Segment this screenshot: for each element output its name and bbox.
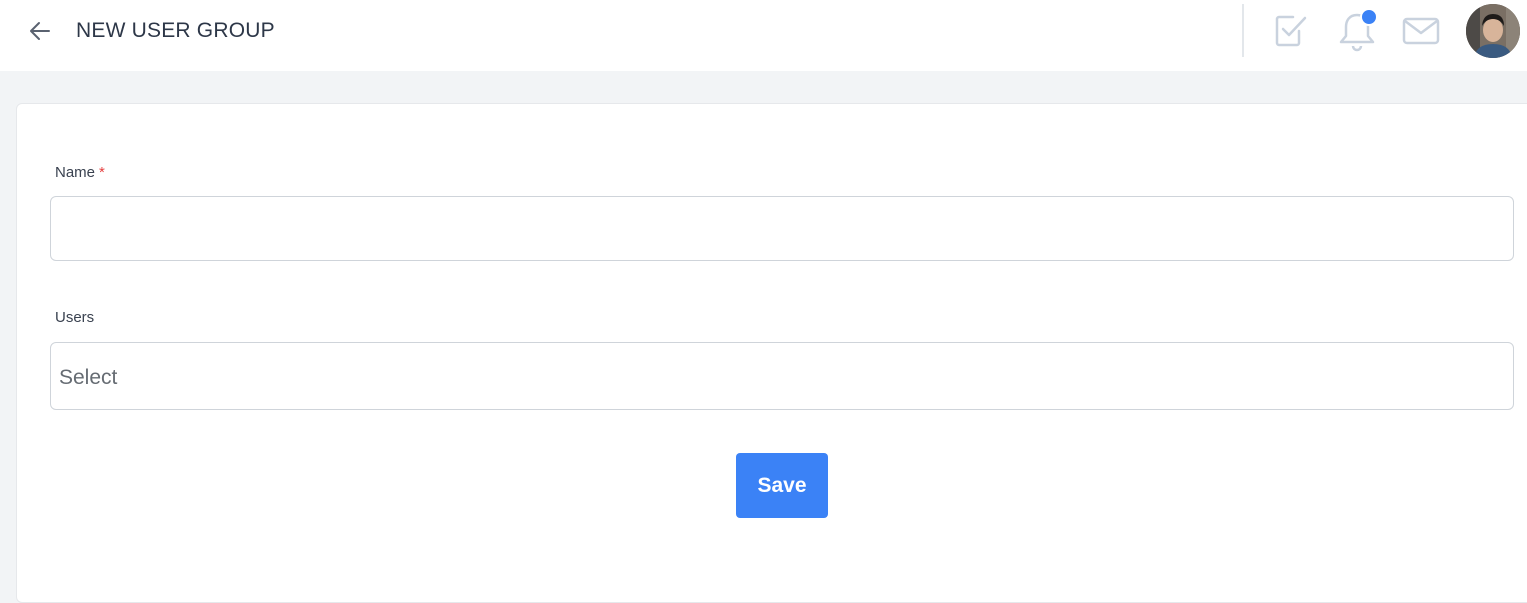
name-label-text: Name — [55, 164, 96, 181]
page-title: NEW USER GROUP — [76, 19, 275, 42]
notification-dot — [1360, 8, 1378, 26]
users-select-placeholder: Select — [59, 366, 118, 389]
name-input[interactable] — [50, 196, 1514, 261]
user-photo-icon — [1466, 4, 1520, 58]
save-button[interactable]: Save — [736, 453, 828, 518]
top-bar: NEW USER GROUP — [0, 0, 1527, 71]
required-marker: * — [99, 164, 105, 181]
users-label: Users — [55, 309, 95, 326]
name-label: Name * — [55, 164, 105, 181]
avatar[interactable] — [1466, 4, 1520, 58]
check-square-icon[interactable] — [1273, 13, 1309, 49]
header-divider — [1242, 4, 1244, 57]
arrow-left-icon[interactable] — [27, 18, 53, 44]
users-select[interactable]: Select — [50, 342, 1514, 410]
mail-icon[interactable] — [1401, 14, 1441, 48]
